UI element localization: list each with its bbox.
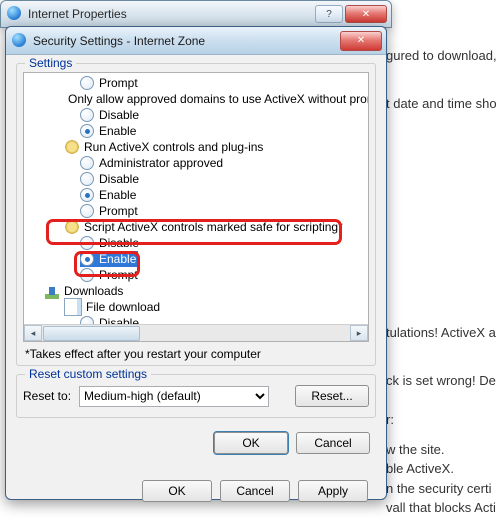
- bg-line: w the site.: [386, 440, 500, 460]
- option-label: Disable: [99, 236, 139, 250]
- radio-icon: [80, 108, 94, 122]
- restart-note: *Takes effect after you restart your com…: [25, 347, 367, 361]
- radio-prompt[interactable]: Prompt: [80, 75, 368, 91]
- group-label: Downloads: [64, 284, 123, 298]
- radio-icon: [80, 124, 94, 138]
- close-icon: ✕: [362, 9, 370, 20]
- radio-icon: [80, 156, 94, 170]
- internet-zone-icon: [12, 33, 28, 49]
- group-label: Only allow approved domains to use Activ…: [68, 92, 369, 106]
- horizontal-scrollbar[interactable]: ◂ ▸: [24, 324, 368, 341]
- parent-ok-button[interactable]: OK: [142, 480, 212, 502]
- radio-disable[interactable]: Disable: [80, 235, 368, 251]
- close-button[interactable]: ✕: [340, 31, 382, 51]
- option-label: Disable: [99, 108, 139, 122]
- ok-button[interactable]: OK: [214, 432, 288, 454]
- group-label: Script ActiveX controls marked safe for …: [84, 220, 343, 234]
- bg-line: vall that blocks Acti: [386, 498, 500, 518]
- option-label: Prompt: [99, 268, 138, 282]
- internet-options-icon: [7, 6, 23, 22]
- scroll-track[interactable]: [42, 325, 350, 341]
- close-icon: ✕: [357, 35, 365, 46]
- group-script-activex-safe: Script ActiveX controls marked safe for …: [60, 219, 368, 235]
- group-label: File download: [86, 300, 160, 314]
- bg-line: t date and time sho: [386, 94, 500, 114]
- file-icon: [64, 298, 82, 316]
- parent-dialog-buttons: OK Cancel Apply: [142, 480, 368, 502]
- radio-admin-approved[interactable]: Administrator approved: [80, 155, 368, 171]
- group-label: Run ActiveX controls and plug-ins: [84, 140, 263, 154]
- activex-icon: [64, 139, 80, 155]
- reset-level-combo[interactable]: Medium-high (default): [79, 386, 269, 407]
- parent-title: Internet Properties: [28, 7, 315, 21]
- parent-apply-button[interactable]: Apply: [298, 480, 368, 502]
- reset-to-label: Reset to:: [23, 389, 71, 403]
- settings-groupbox: Settings Prompt Only allow approved doma…: [16, 63, 376, 366]
- parent-window-buttons: ? ✕: [315, 5, 387, 23]
- close-button[interactable]: ✕: [345, 5, 387, 23]
- child-title: Security Settings - Internet Zone: [33, 34, 340, 48]
- bg-line: ble ActiveX.: [386, 459, 500, 479]
- settings-treeview[interactable]: Prompt Only allow approved domains to us…: [23, 72, 369, 342]
- parent-titlebar[interactable]: Internet Properties ? ✕: [1, 1, 391, 27]
- background-page-text: gured to download, t date and time sho t…: [386, 46, 500, 518]
- group-file-download: File download: [60, 299, 368, 315]
- cancel-button[interactable]: Cancel: [296, 432, 370, 454]
- security-settings-dialog: Security Settings - Internet Zone ✕ Sett…: [5, 26, 387, 500]
- bg-line: n the security certi: [386, 479, 500, 499]
- radio-prompt[interactable]: Prompt: [80, 267, 368, 283]
- bg-line: ck is set wrong! De: [386, 371, 500, 391]
- option-label: Prompt: [99, 204, 138, 218]
- dialog-button-row: OK Cancel: [16, 426, 376, 460]
- radio-icon: [80, 76, 94, 90]
- scroll-thumb[interactable]: [43, 326, 140, 341]
- child-titlebar[interactable]: Security Settings - Internet Zone ✕: [6, 27, 386, 55]
- option-label: Disable: [99, 172, 139, 186]
- option-label: Enable: [99, 188, 136, 202]
- radio-icon: [80, 188, 94, 202]
- radio-icon: [80, 172, 94, 186]
- internet-properties-dialog: Internet Properties ? ✕: [0, 0, 392, 28]
- group-downloads: Downloads: [40, 283, 368, 299]
- radio-enable[interactable]: Enable: [80, 123, 368, 139]
- help-button[interactable]: ?: [315, 5, 343, 23]
- activex-icon: [64, 219, 80, 235]
- option-label: Enable: [99, 124, 136, 138]
- group-approved-domains: Only allow approved domains to use Activ…: [60, 91, 368, 107]
- reset-button[interactable]: Reset...: [295, 385, 369, 407]
- parent-cancel-button[interactable]: Cancel: [220, 480, 290, 502]
- radio-icon: [80, 236, 94, 250]
- radio-prompt[interactable]: Prompt: [80, 203, 368, 219]
- downloads-icon: [44, 283, 60, 299]
- scroll-right-arrow[interactable]: ▸: [350, 325, 368, 341]
- radio-enable[interactable]: Enable: [80, 187, 368, 203]
- child-window-buttons: ✕: [340, 31, 382, 51]
- bg-line: r:: [386, 410, 500, 430]
- settings-legend: Settings: [25, 56, 76, 70]
- selected-option: Enable: [80, 251, 138, 267]
- scroll-left-arrow[interactable]: ◂: [24, 325, 42, 341]
- reset-legend: Reset custom settings: [25, 367, 151, 381]
- bg-line: tulations! ActiveX a: [386, 323, 500, 343]
- option-label: Administrator approved: [99, 156, 223, 170]
- reset-groupbox: Reset custom settings Reset to: Medium-h…: [16, 374, 376, 418]
- radio-disable[interactable]: Disable: [80, 107, 368, 123]
- option-label: Prompt: [99, 76, 138, 90]
- radio-disable[interactable]: Disable: [80, 171, 368, 187]
- radio-icon: [80, 204, 94, 218]
- bg-line: gured to download,: [386, 46, 500, 66]
- option-label: Enable: [99, 252, 136, 266]
- radio-icon: [80, 268, 94, 282]
- radio-icon: [80, 252, 94, 266]
- radio-enable-selected[interactable]: Enable: [80, 251, 368, 267]
- group-run-activex: Run ActiveX controls and plug-ins: [60, 139, 368, 155]
